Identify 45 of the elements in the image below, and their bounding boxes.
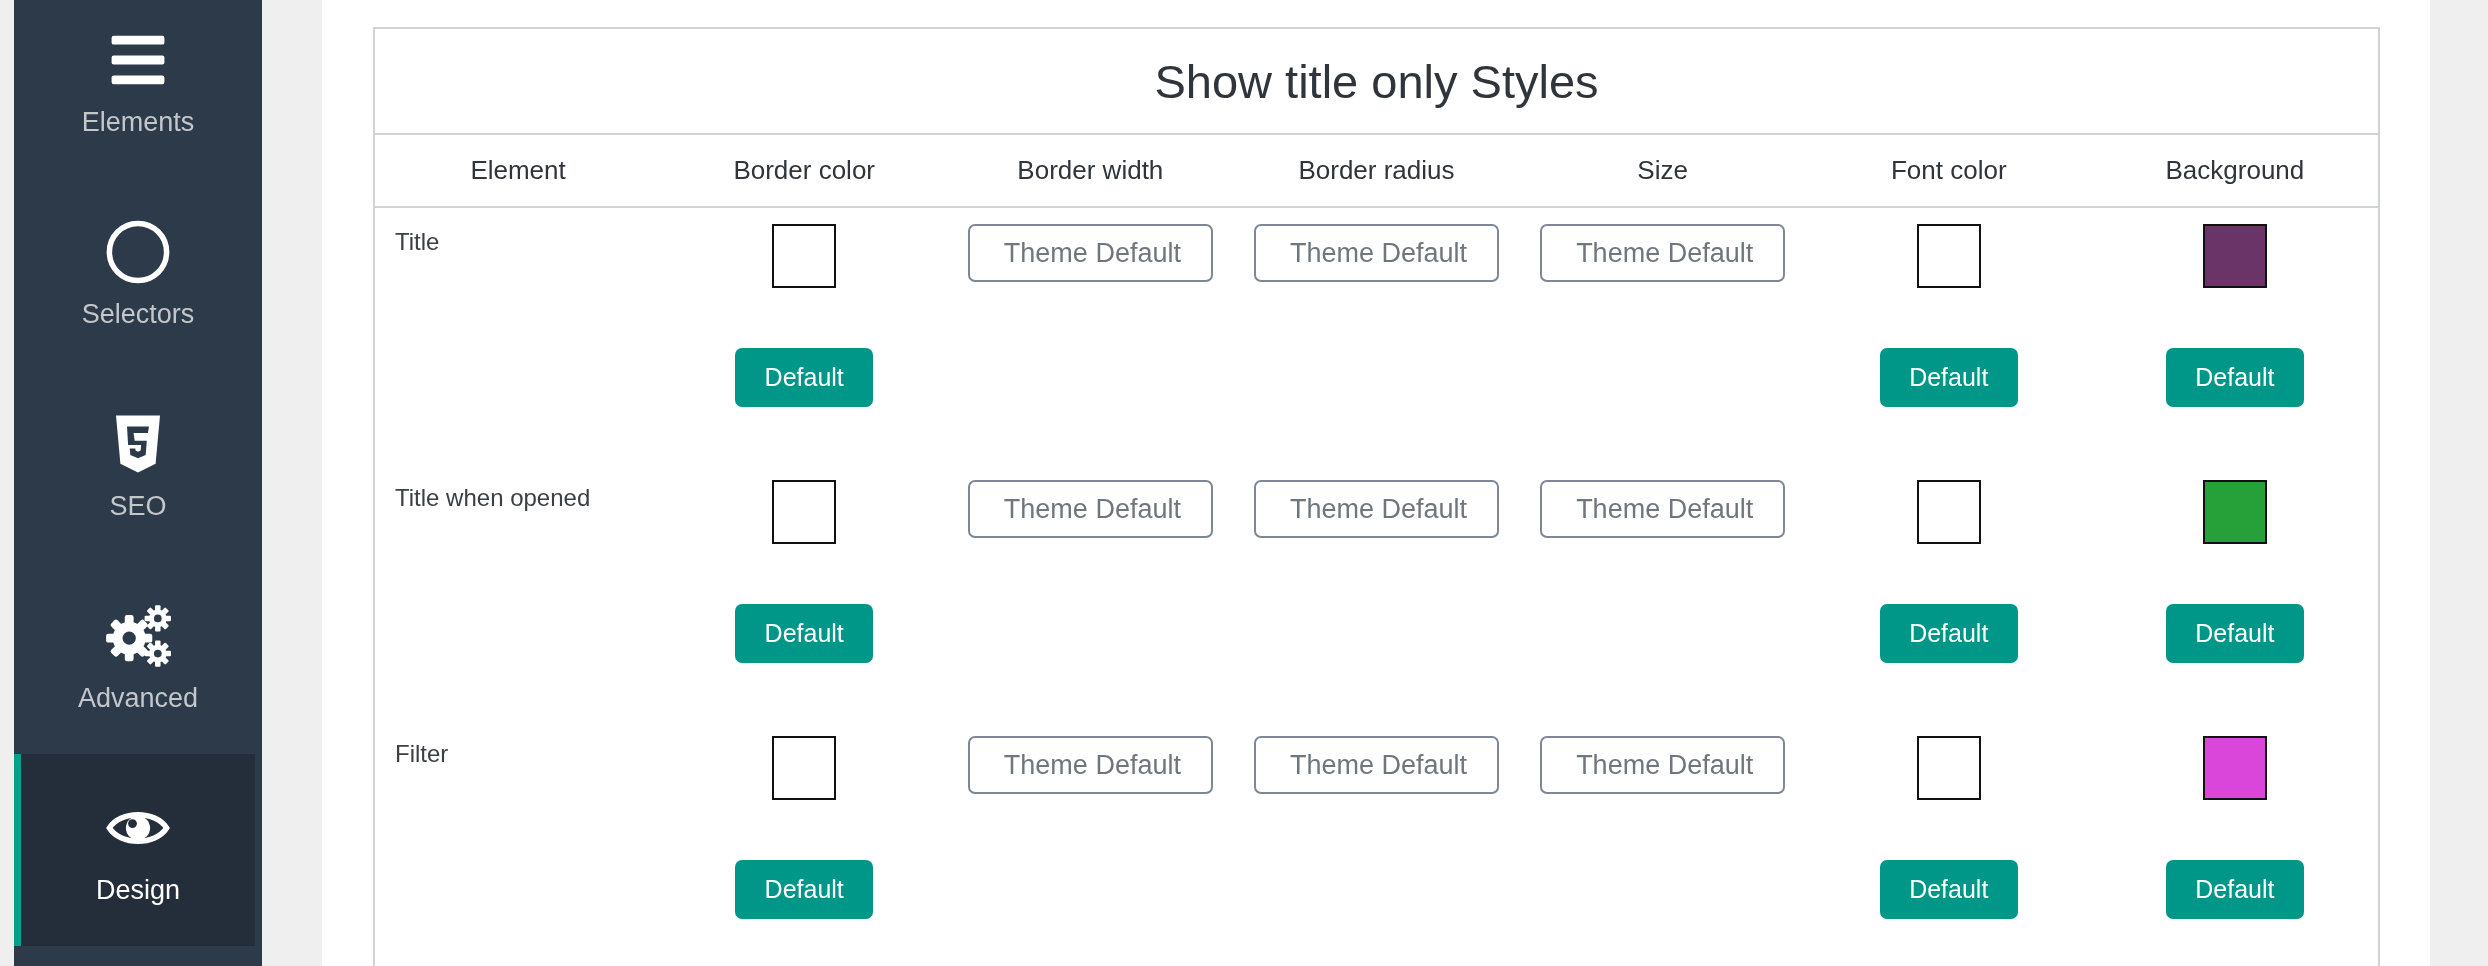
input-field[interactable]: Theme Default (1540, 224, 1786, 282)
table-title: Show title only Styles (375, 29, 2378, 135)
color-swatch[interactable] (1916, 224, 1981, 288)
default-button[interactable]: Default (1879, 348, 2018, 407)
color-swatch[interactable] (1916, 480, 1981, 544)
default-button[interactable]: Default (735, 348, 874, 407)
input-field[interactable]: Theme Default (1540, 480, 1786, 538)
circle-icon (105, 218, 171, 285)
color-swatch[interactable] (2202, 736, 2267, 800)
column-header: Size (1637, 155, 1688, 186)
default-button[interactable]: Default (735, 604, 874, 663)
color-swatch[interactable] (772, 480, 837, 544)
color-swatch[interactable] (772, 224, 837, 288)
input-field[interactable]: Theme Default (967, 224, 1213, 282)
color-swatch[interactable] (2202, 480, 2267, 544)
input-field[interactable]: Theme Default (1254, 480, 1499, 538)
sidebar-item[interactable]: Advanced (14, 562, 255, 754)
column-header: Font color (1890, 155, 2007, 186)
element-label: Title (395, 228, 440, 256)
column-header: Border width (1017, 155, 1164, 186)
sidebar-item[interactable]: Elements (14, 0, 255, 178)
color-swatch[interactable] (772, 736, 837, 800)
input-field[interactable]: Theme Default (1254, 736, 1499, 794)
input-field[interactable]: Theme Default (967, 736, 1213, 794)
color-swatch[interactable] (1916, 736, 1981, 800)
default-button[interactable]: Default (1879, 860, 2018, 919)
element-label: Filter (395, 740, 449, 768)
column-header: Border color (733, 155, 875, 186)
column-header: Border radius (1298, 155, 1455, 186)
default-button[interactable]: Default (2165, 348, 2304, 407)
element-label: Title when opened (395, 484, 591, 512)
color-swatch[interactable] (2202, 224, 2267, 288)
column-header: Background (2165, 155, 2305, 186)
default-button[interactable]: Default (1879, 604, 2018, 663)
column-header: Element (470, 155, 566, 186)
default-button[interactable]: Default (2165, 604, 2304, 663)
sidebar-item[interactable]: Selectors (14, 178, 255, 370)
input-field[interactable]: Theme Default (1254, 224, 1499, 282)
gears-icon (105, 602, 171, 669)
input-field[interactable]: Theme Default (1540, 736, 1786, 794)
default-button[interactable]: Default (735, 860, 874, 919)
input-field[interactable]: Theme Default (967, 480, 1213, 538)
sidebar-item[interactable]: SEO (14, 370, 255, 562)
sidebar-item[interactable]: Design (14, 754, 255, 946)
default-button[interactable]: Default (2165, 860, 2304, 919)
